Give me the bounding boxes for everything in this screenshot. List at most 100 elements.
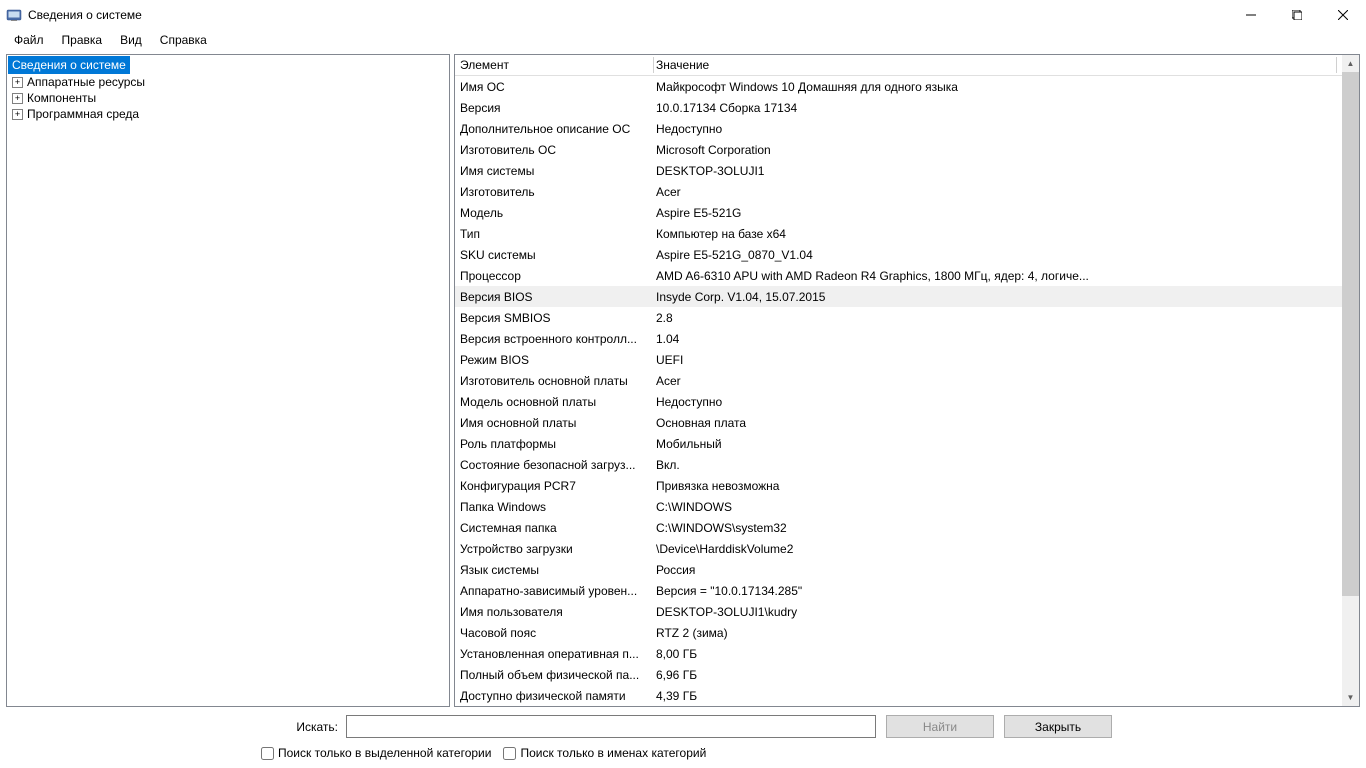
checkbox-selected-category[interactable]: Поиск только в выделенной категории	[261, 746, 491, 760]
column-value[interactable]: Значение	[654, 58, 1336, 72]
row-value: Мобильный	[653, 437, 1342, 451]
detail-row[interactable]: Состояние безопасной загруз...Вкл.	[455, 454, 1342, 475]
row-element: Изготовитель ОС	[455, 143, 653, 157]
search-input[interactable]	[346, 715, 876, 738]
row-element: Язык системы	[455, 563, 653, 577]
detail-row[interactable]: Устройство загрузки\Device\HarddiskVolum…	[455, 538, 1342, 559]
detail-row[interactable]: ПроцессорAMD A6-6310 APU with AMD Radeon…	[455, 265, 1342, 286]
detail-row[interactable]: Дополнительное описание ОСНедоступно	[455, 118, 1342, 139]
detail-row[interactable]: Аппаратно-зависимый уровен...Версия = "1…	[455, 580, 1342, 601]
row-element: Аппаратно-зависимый уровен...	[455, 584, 653, 598]
tree-item-hardware[interactable]: + Аппаратные ресурсы	[8, 74, 448, 90]
row-value: Acer	[653, 185, 1342, 199]
detail-row[interactable]: Версия SMBIOS2.8	[455, 307, 1342, 328]
detail-row[interactable]: Версия10.0.17134 Сборка 17134	[455, 97, 1342, 118]
detail-row[interactable]: Версия BIOSInsyde Corp. V1.04, 15.07.201…	[455, 286, 1342, 307]
row-value: 6,96 ГБ	[653, 668, 1342, 682]
minimize-button[interactable]	[1228, 0, 1274, 30]
details-header: Элемент Значение	[455, 55, 1342, 76]
detail-row[interactable]: Имя основной платыОсновная плата	[455, 412, 1342, 433]
row-element: Имя системы	[455, 164, 653, 178]
scroll-thumb[interactable]	[1342, 72, 1359, 596]
detail-row[interactable]: Язык системыРоссия	[455, 559, 1342, 580]
detail-row[interactable]: Имя пользователяDESKTOP-3OLUJI1\kudry	[455, 601, 1342, 622]
window-title: Сведения о системе	[28, 8, 142, 22]
detail-row[interactable]: Версия встроенного контролл...1.04	[455, 328, 1342, 349]
row-value: 10.0.17134 Сборка 17134	[653, 101, 1342, 115]
row-element: Дополнительное описание ОС	[455, 122, 653, 136]
checkbox-input[interactable]	[503, 747, 516, 760]
row-element: Конфигурация PCR7	[455, 479, 653, 493]
expand-icon[interactable]: +	[12, 109, 23, 120]
tree-item-label: Аппаратные ресурсы	[27, 75, 145, 89]
detail-row[interactable]: Имя ОСМайкрософт Windows 10 Домашняя для…	[455, 76, 1342, 97]
row-value: 1.04	[653, 332, 1342, 346]
expand-icon[interactable]: +	[12, 77, 23, 88]
menu-view[interactable]: Вид	[112, 31, 150, 49]
tree-item-software[interactable]: + Программная среда	[8, 106, 448, 122]
row-element: Роль платформы	[455, 437, 653, 451]
detail-row[interactable]: Папка WindowsC:\WINDOWS	[455, 496, 1342, 517]
column-element[interactable]: Элемент	[455, 58, 653, 72]
row-element: Изготовитель основной платы	[455, 374, 653, 388]
row-value: C:\WINDOWS\system32	[653, 521, 1342, 535]
row-value: DESKTOP-3OLUJI1\kudry	[653, 605, 1342, 619]
maximize-button[interactable]	[1274, 0, 1320, 30]
find-button[interactable]: Найти	[886, 715, 994, 738]
row-value: Недоступно	[653, 122, 1342, 136]
detail-row[interactable]: Установленная оперативная п...8,00 ГБ	[455, 643, 1342, 664]
detail-row[interactable]: Конфигурация PCR7Привязка невозможна	[455, 475, 1342, 496]
menu-edit[interactable]: Правка	[54, 31, 111, 49]
detail-row[interactable]: ТипКомпьютер на базе x64	[455, 223, 1342, 244]
row-element: Часовой пояс	[455, 626, 653, 640]
scroll-up-icon[interactable]: ▲	[1342, 55, 1359, 72]
vertical-scrollbar[interactable]: ▲ ▼	[1342, 55, 1359, 706]
row-value: \Device\HarddiskVolume2	[653, 542, 1342, 556]
row-element: Изготовитель	[455, 185, 653, 199]
row-element: Модель основной платы	[455, 395, 653, 409]
detail-row[interactable]: Режим BIOSUEFI	[455, 349, 1342, 370]
row-element: Имя пользователя	[455, 605, 653, 619]
row-value: Aspire E5-521G_0870_V1.04	[653, 248, 1342, 262]
close-button[interactable]	[1320, 0, 1366, 30]
detail-row[interactable]: Системная папкаC:\WINDOWS\system32	[455, 517, 1342, 538]
row-value: Insyde Corp. V1.04, 15.07.2015	[653, 290, 1342, 304]
row-value: Недоступно	[653, 395, 1342, 409]
tree-root[interactable]: Сведения о системе	[8, 56, 130, 74]
row-element: SKU системы	[455, 248, 653, 262]
detail-row[interactable]: SKU системыAspire E5-521G_0870_V1.04	[455, 244, 1342, 265]
category-tree[interactable]: Сведения о системе + Аппаратные ресурсы …	[6, 54, 450, 707]
titlebar: Сведения о системе	[0, 0, 1366, 30]
scroll-down-icon[interactable]: ▼	[1342, 689, 1359, 706]
menu-help[interactable]: Справка	[152, 31, 215, 49]
row-element: Версия	[455, 101, 653, 115]
detail-row[interactable]: Роль платформыМобильный	[455, 433, 1342, 454]
detail-row[interactable]: Модель основной платыНедоступно	[455, 391, 1342, 412]
menu-file[interactable]: Файл	[6, 31, 52, 49]
detail-row[interactable]: Имя системыDESKTOP-3OLUJI1	[455, 160, 1342, 181]
detail-row[interactable]: Доступно физической памяти4,39 ГБ	[455, 685, 1342, 706]
row-element: Системная папка	[455, 521, 653, 535]
row-value: Aspire E5-521G	[653, 206, 1342, 220]
row-value: Привязка невозможна	[653, 479, 1342, 493]
checkbox-category-names[interactable]: Поиск только в именах категорий	[503, 746, 706, 760]
detail-row[interactable]: Полный объем физической па...6,96 ГБ	[455, 664, 1342, 685]
row-element: Установленная оперативная п...	[455, 647, 653, 661]
row-value: Основная плата	[653, 416, 1342, 430]
row-element: Имя основной платы	[455, 416, 653, 430]
menubar: Файл Правка Вид Справка	[0, 30, 1366, 50]
tree-item-components[interactable]: + Компоненты	[8, 90, 448, 106]
detail-row[interactable]: Изготовитель ОСMicrosoft Corporation	[455, 139, 1342, 160]
expand-icon[interactable]: +	[12, 93, 23, 104]
tree-item-label: Компоненты	[27, 91, 96, 105]
row-element: Имя ОС	[455, 80, 653, 94]
detail-row[interactable]: МодельAspire E5-521G	[455, 202, 1342, 223]
row-element: Папка Windows	[455, 500, 653, 514]
detail-row[interactable]: Часовой поясRTZ 2 (зима)	[455, 622, 1342, 643]
close-search-button[interactable]: Закрыть	[1004, 715, 1112, 738]
detail-row[interactable]: Изготовитель основной платыAcer	[455, 370, 1342, 391]
detail-row[interactable]: ИзготовительAcer	[455, 181, 1342, 202]
row-value: 8,00 ГБ	[653, 647, 1342, 661]
checkbox-input[interactable]	[261, 747, 274, 760]
row-element: Тип	[455, 227, 653, 241]
